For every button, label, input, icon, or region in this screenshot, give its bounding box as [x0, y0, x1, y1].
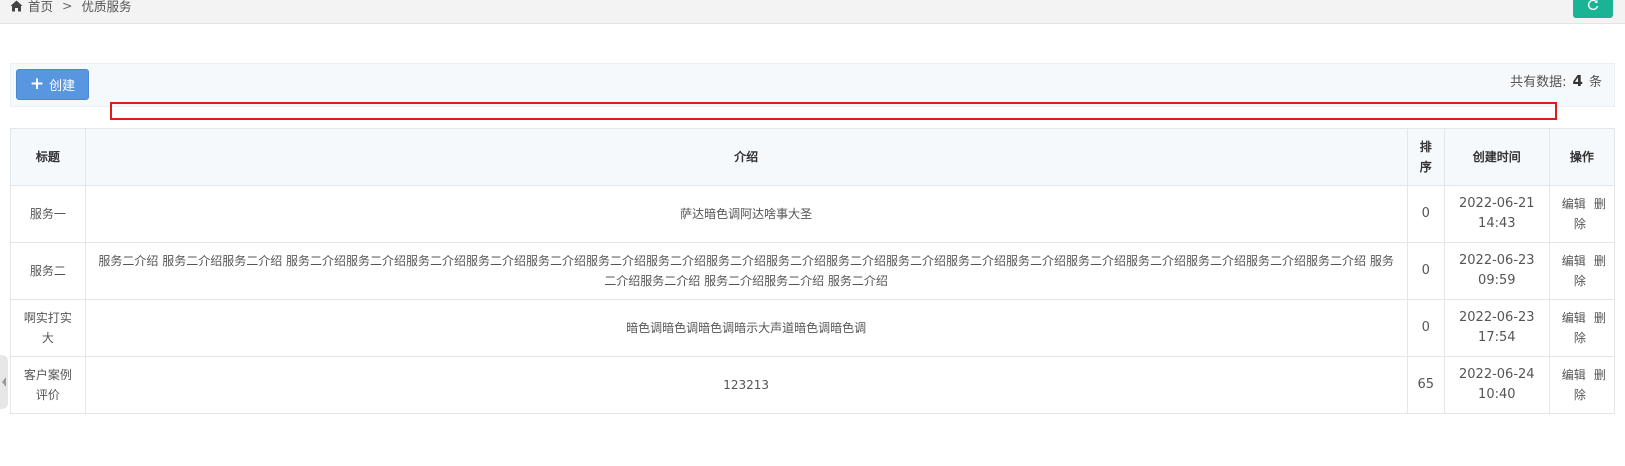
- table-row: 啊实打实大 暗色调暗色调暗色调暗示大声道暗色调暗色调 0 2022-06-23 …: [10, 299, 1616, 357]
- table-toolbar: + 创建 共有数据: 4 条: [10, 63, 1615, 107]
- table-row: 服务二 服务二介绍 服务二介绍服务二介绍 服务二介绍服务二介绍服务二介绍服务二介…: [10, 242, 1616, 300]
- column-header-intro: 介绍: [84, 128, 1408, 186]
- cell-title: 啊实打实大: [10, 299, 86, 357]
- column-header-sort: 排序: [1406, 128, 1445, 186]
- cell-sort: 0: [1406, 299, 1445, 357]
- cell-intro: 萨达暗色调阿达啥事大圣: [84, 185, 1408, 243]
- cell-created: 2022-06-24 10:40: [1443, 356, 1550, 414]
- cell-sort: 0: [1406, 242, 1445, 300]
- cell-sort: 65: [1406, 356, 1445, 414]
- cell-intro: 服务二介绍 服务二介绍服务二介绍 服务二介绍服务二介绍服务二介绍服务二介绍服务二…: [84, 242, 1408, 300]
- edit-button[interactable]: 编辑: [1562, 197, 1586, 211]
- total-count-value: 4: [1572, 72, 1583, 90]
- cell-actions: 编辑 删除: [1548, 299, 1616, 357]
- create-button[interactable]: + 创建: [16, 69, 89, 100]
- breadcrumb: 首页 > 优质服务: [10, 0, 132, 15]
- cell-created: 2022-06-21 14:43: [1443, 185, 1550, 243]
- table-row: 服务一 萨达暗色调阿达啥事大圣 0 2022-06-21 14:43 编辑 删除: [10, 185, 1616, 243]
- cell-actions: 编辑 删除: [1548, 242, 1616, 300]
- column-header-created: 创建时间: [1443, 128, 1550, 186]
- total-count: 共有数据: 4 条: [1510, 71, 1602, 90]
- total-prefix: 共有数据:: [1510, 75, 1567, 90]
- cell-title: 客户案例评价: [10, 356, 86, 414]
- create-button-label: 创建: [49, 79, 76, 94]
- refresh-button[interactable]: [1573, 0, 1613, 18]
- cell-title: 服务二: [10, 242, 86, 300]
- highlight-box: [110, 102, 1557, 120]
- cell-created: 2022-06-23 17:54: [1443, 299, 1550, 357]
- chevron-left-icon: [2, 377, 6, 387]
- cell-actions: 编辑 删除: [1548, 185, 1616, 243]
- table-header-row: 标题 介绍 排序 创建时间 操作: [10, 128, 1616, 186]
- total-suffix: 条: [1588, 75, 1602, 90]
- sidebar-toggle[interactable]: [0, 355, 8, 409]
- cell-title: 服务一: [10, 185, 86, 243]
- edit-button[interactable]: 编辑: [1562, 368, 1586, 382]
- edit-button[interactable]: 编辑: [1562, 311, 1586, 325]
- table-row: 客户案例评价 123213 65 2022-06-24 10:40 编辑 删除: [10, 356, 1616, 414]
- cell-intro: 123213: [84, 356, 1408, 414]
- edit-button[interactable]: 编辑: [1562, 254, 1586, 268]
- breadcrumb-home-link[interactable]: 首页: [28, 0, 53, 15]
- breadcrumb-separator: >: [62, 0, 73, 13]
- cell-sort: 0: [1406, 185, 1445, 243]
- services-table: 标题 介绍 排序 创建时间 操作 服务一 萨达暗色调阿达啥事大圣 0 2022-…: [10, 128, 1616, 414]
- cell-actions: 编辑 删除: [1548, 356, 1616, 414]
- cell-created: 2022-06-23 09:59: [1443, 242, 1550, 300]
- cell-intro: 暗色调暗色调暗色调暗示大声道暗色调暗色调: [84, 299, 1408, 357]
- refresh-icon: [1587, 0, 1599, 10]
- top-bar: 首页 > 优质服务: [0, 0, 1625, 24]
- plus-icon: +: [29, 74, 45, 94]
- breadcrumb-current: 优质服务: [81, 0, 132, 14]
- home-icon: [10, 0, 23, 11]
- column-header-actions: 操作: [1548, 128, 1616, 186]
- column-header-title: 标题: [10, 128, 86, 186]
